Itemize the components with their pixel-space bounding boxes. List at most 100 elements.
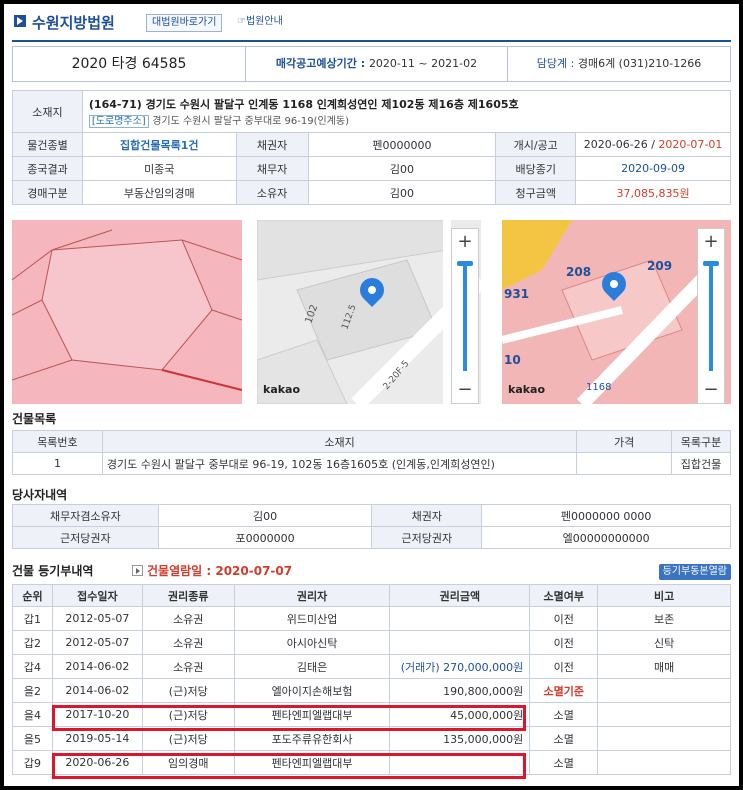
parties-table: 채무자겸소유자 김00 채권자 펜0000000 0000 근저당권자 포000… [12, 504, 731, 549]
highlight-box [52, 705, 526, 731]
table-row: 갑2 2012-05-07 소유권 아시아신탁 이전 신탁 [12, 630, 731, 655]
cadastral-map[interactable] [12, 220, 242, 404]
registry-copy-button[interactable]: 등기부동본열람 [658, 564, 731, 580]
building-price [576, 452, 673, 475]
received-date: 2012-05-07 [51, 630, 143, 655]
zoom-track[interactable] [463, 261, 467, 371]
building-type: 집합건물 [671, 452, 731, 475]
zoom-out-button[interactable]: − [698, 377, 724, 403]
extinction: 이전 [529, 654, 599, 679]
debtor-value: 김00 [307, 156, 497, 181]
zone-label-208: 208 [566, 265, 591, 279]
col-extinction: 소멸여부 [529, 584, 599, 607]
owner-value: 김00 [307, 180, 497, 205]
notice-date: 2020-07-01 [658, 138, 723, 151]
zoom-control[interactable]: + − [697, 228, 725, 404]
charge-division: 담당계 : 경매6계 (031)210-1266 [508, 47, 730, 81]
right-holder: 엘아이지손해보험 [233, 678, 391, 703]
table-row: 근저당권자 포0000000 근저당권자 엘00000000000 [12, 526, 731, 549]
supreme-court-shortcut-button[interactable]: 대법원바로가기 [146, 14, 223, 32]
right-type: 소유권 [141, 654, 235, 679]
extinction: 소멸 [529, 750, 599, 775]
extinction: 소멸기준 [529, 678, 599, 703]
start-notice-value: 2020-06-26 / 2020-07-01 [575, 132, 731, 157]
address-main: (164-71) 경기도 수원시 팔달구 인계동 1168 인계희성연인 제10… [88, 98, 519, 111]
building-list-header: 목록번호 소재지 가격 목록구분 [12, 430, 731, 453]
case-summary-bar: 2020 타경 64585 매각공고예상기간 : 2020-11 ~ 2021-… [12, 46, 731, 82]
building-list-title: 건물목록 [12, 412, 57, 426]
start-notice-label: 개시/공고 [495, 132, 577, 157]
zone-label-209: 209 [647, 259, 672, 273]
court-name: 수원지방법원 [32, 14, 115, 32]
registry-view-date-text: 건물열람일 : 2020-07-07 [147, 564, 293, 578]
zoom-handle[interactable] [703, 261, 719, 266]
zone-label-1168: 1168 [586, 382, 611, 393]
registry-header: 순위 접수일자 권리종류 권리자 권리금액 소멸여부 비고 [12, 584, 731, 607]
zoom-in-button[interactable]: + [452, 229, 478, 255]
col-list-number: 목록번호 [12, 430, 103, 453]
remarks [597, 750, 731, 775]
rank: 갑9 [12, 750, 53, 775]
court-guide-label: 법원안내 [245, 16, 283, 27]
zoom-in-button[interactable]: + [698, 229, 724, 255]
extinction: 소멸 [529, 702, 599, 727]
court-arrow-icon [14, 15, 26, 27]
claim-amount-value: 37,085,835원 [575, 180, 731, 205]
cadastral-map-lines [12, 220, 242, 404]
table-row: 을2 2014-06-02 (근)저당 엘아이지손해보험 190,800,000… [12, 678, 731, 703]
play-icon [132, 565, 143, 576]
extinction: 소멸 [529, 726, 599, 751]
col-right-holder: 권리자 [233, 584, 391, 607]
sale-period-label: 매각공고예상기간 : [275, 57, 369, 70]
street-map-shapes: 102 112.5 2-20F-5 [257, 220, 481, 404]
parties-title: 당사자내역 [12, 488, 68, 502]
court-guide-button[interactable]: ☞법원안내 [232, 14, 288, 32]
right-holder: 김태은 [233, 654, 391, 679]
end-result-label: 종국결과 [12, 156, 83, 181]
right-holder: 위드미산업 [233, 606, 391, 631]
zoom-handle[interactable] [457, 261, 473, 266]
rank: 을2 [12, 678, 53, 703]
rank: 을4 [12, 702, 53, 727]
table-row: 갑4 2014-06-02 소유권 김태은 (거래가) 270,000,000원… [12, 654, 731, 679]
remarks: 보존 [597, 606, 731, 631]
sale-period: 매각공고예상기간 : 2020-11 ~ 2021-02 [246, 47, 508, 81]
right-holder: 아시아신탁 [233, 630, 391, 655]
creditor-label: 채권자 [235, 132, 309, 157]
charge-value: 경매6계 (031)210-1266 [577, 57, 702, 70]
col-remarks: 비고 [597, 584, 731, 607]
party-name: 김00 [157, 504, 373, 527]
extinction: 이전 [529, 606, 599, 631]
right-amount [389, 606, 531, 631]
case-info-table: 소재지 (164-71) 경기도 수원시 팔달구 인계동 1168 인계희성연인… [12, 90, 732, 205]
item-type-label: 물건종별 [12, 132, 83, 157]
street-map[interactable]: 102 112.5 2-20F-5 kakao + − [257, 220, 481, 404]
list-number: 1 [12, 452, 103, 475]
remarks: 매매 [597, 654, 731, 679]
zoom-out-button[interactable]: − [452, 377, 478, 403]
sale-period-value: 2020-11 ~ 2021-02 [368, 57, 478, 70]
zone-label-10: 10 [504, 353, 521, 367]
zone-label-931: 931 [504, 287, 529, 301]
rank: 을5 [12, 726, 53, 751]
creditor-value: 펜0000000 [307, 132, 497, 157]
case-number: 2020 타경 64585 [13, 47, 246, 81]
table-row: 갑1 2012-05-07 소유권 위드미산업 이전 보존 [12, 606, 731, 631]
party-name: 엘00000000000 [481, 526, 731, 549]
zoning-map[interactable]: 208 209 931 10 1168 kakao + − [502, 220, 731, 404]
col-received-date: 접수일자 [51, 584, 143, 607]
right-type: 소유권 [141, 606, 235, 631]
zoom-control[interactable]: + − [451, 228, 479, 404]
item-type-link[interactable]: 집합건물목록1건 [81, 132, 237, 157]
road-address: 경기도 수원시 팔달구 중부대로 96-19(인계동) [152, 116, 349, 127]
table-row: 채무자겸소유자 김00 채권자 펜0000000 0000 [12, 504, 731, 527]
kakao-logo: kakao [508, 383, 546, 396]
received-date: 2012-05-07 [51, 606, 143, 631]
right-amount: (거래가) 270,000,000원 [389, 654, 531, 679]
party-role: 근저당권자 [12, 526, 159, 549]
dividend-deadline-label: 배당종기 [495, 156, 577, 181]
end-result-value: 미종국 [81, 156, 237, 181]
zoom-track[interactable] [709, 261, 713, 371]
map-panel: 102 112.5 2-20F-5 kakao + − 208 209 931 … [12, 220, 731, 404]
claim-amount-label: 청구금액 [495, 180, 577, 205]
